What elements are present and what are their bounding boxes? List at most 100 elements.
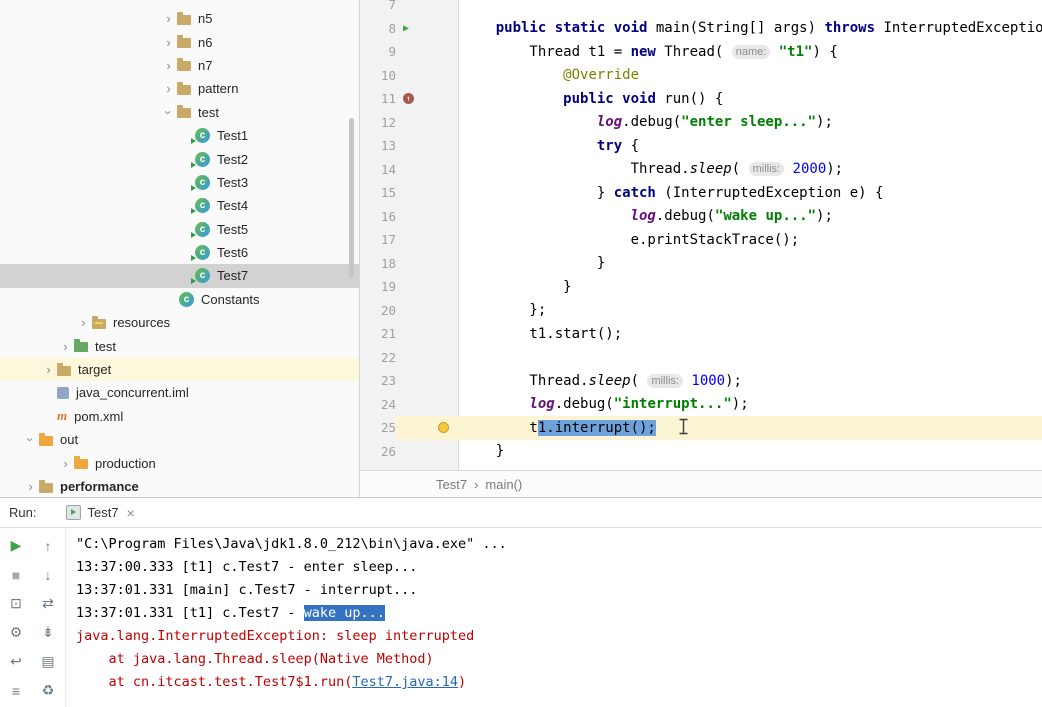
- line-number[interactable]: 19: [360, 279, 396, 294]
- line-number[interactable]: 23: [360, 373, 396, 388]
- tree-item-n6[interactable]: › n6: [0, 30, 359, 53]
- tree-scrollbar[interactable]: [349, 118, 354, 278]
- chevron-right-icon[interactable]: ›: [160, 35, 177, 50]
- tree-item-pattern[interactable]: › pattern: [0, 77, 359, 100]
- run-gutter-icon[interactable]: ▶: [403, 23, 409, 34]
- stack-trace-link[interactable]: Test7.java:14: [352, 674, 458, 690]
- code-line-26[interactable]: 26 }: [360, 440, 1042, 464]
- line-number[interactable]: 15: [360, 185, 396, 200]
- breadcrumb-item-test7[interactable]: Test7: [436, 477, 467, 492]
- tree-item-test[interactable]: › test: [0, 334, 359, 357]
- tree-item-label: Test1: [217, 128, 249, 144]
- code-line-12[interactable]: 12 log .debug("enter sleep...");: [360, 111, 1042, 135]
- code-line-17[interactable]: 17 e.printStackTrace();: [360, 228, 1042, 252]
- code-line-11[interactable]: 11 ↑ public void run() {: [360, 87, 1042, 111]
- tree-item-test[interactable]: › test: [0, 101, 359, 124]
- tree-item-performance[interactable]: › performance: [0, 475, 359, 497]
- tree-item-production[interactable]: › production: [0, 451, 359, 474]
- chevron-right-icon[interactable]: ›: [40, 362, 57, 377]
- tree-item-test7[interactable]: ›cTest7: [0, 264, 359, 288]
- tree-item-resources[interactable]: › resources: [0, 311, 359, 334]
- line-number[interactable]: 16: [360, 209, 396, 224]
- line-number[interactable]: 22: [360, 350, 396, 365]
- tree-item-constants[interactable]: ›cConstants: [0, 288, 359, 311]
- run-tab-test7[interactable]: Test7 ×: [60, 502, 140, 524]
- code-line-10[interactable]: 10 @Override: [360, 64, 1042, 88]
- code-line-19[interactable]: 19 }: [360, 275, 1042, 299]
- line-number[interactable]: 25: [360, 420, 396, 435]
- options-menu-icon[interactable]: ≡: [0, 676, 32, 705]
- stop-icon[interactable]: ■: [0, 560, 32, 589]
- tree-item-test2[interactable]: ›cTest2: [0, 147, 359, 170]
- tree-item-pom-xml[interactable]: ›mpom.xml: [0, 405, 359, 428]
- chevron-right-icon[interactable]: ›: [75, 315, 92, 330]
- soft-wrap-icon[interactable]: ⇄: [32, 589, 64, 618]
- code-line-8[interactable]: 8 ▶ public static void main(String[] args…: [360, 17, 1042, 41]
- code-line-23[interactable]: 23 Thread. sleep( millis: 1000);: [360, 369, 1042, 393]
- chevron-down-icon[interactable]: ›: [161, 104, 176, 121]
- tree-item-java-concurrent-iml[interactable]: ›java_concurrent.iml: [0, 381, 359, 404]
- line-number[interactable]: 21: [360, 326, 396, 341]
- code-line-9[interactable]: 9 Thread t1 = new Thread( name: "t1") {: [360, 40, 1042, 64]
- chevron-down-icon[interactable]: ›: [23, 431, 38, 448]
- close-tab-icon[interactable]: ×: [127, 505, 135, 521]
- tree-item-test4[interactable]: ›cTest4: [0, 194, 359, 217]
- code-area[interactable]: 7 8 ▶ public static void main(String[] arg…: [360, 0, 1042, 470]
- tree-item-n5[interactable]: › n5: [0, 7, 359, 30]
- intention-bulb-icon[interactable]: [438, 422, 449, 434]
- console-line-6: at java.lang.Thread.sleep(Native Method): [76, 648, 1042, 671]
- next-stacktrace-icon[interactable]: ↓: [32, 560, 64, 589]
- tree-item-n7[interactable]: › n7: [0, 54, 359, 77]
- code-line-20[interactable]: 20 };: [360, 299, 1042, 323]
- prev-stacktrace-icon[interactable]: ↑: [32, 531, 64, 560]
- code-token: }: [462, 255, 606, 272]
- line-number[interactable]: 26: [360, 444, 396, 459]
- chevron-right-icon[interactable]: ›: [57, 456, 74, 471]
- line-number[interactable]: 20: [360, 303, 396, 318]
- line-number[interactable]: 18: [360, 256, 396, 271]
- rerun-icon[interactable]: ▶: [0, 531, 32, 560]
- code-line-18[interactable]: 18 }: [360, 252, 1042, 276]
- settings-icon[interactable]: ⚙: [0, 618, 32, 647]
- overrides-method-icon[interactable]: ↑: [403, 93, 414, 105]
- attach-icon[interactable]: ↩: [0, 647, 32, 676]
- line-number[interactable]: 10: [360, 68, 396, 83]
- code-line-24[interactable]: 24 log .debug("interrupt...");: [360, 393, 1042, 417]
- tree-item-out[interactable]: › out: [0, 428, 359, 451]
- code-line-14[interactable]: 14 Thread. sleep( millis: 2000);: [360, 158, 1042, 182]
- breadcrumb-item-main-[interactable]: main(): [485, 477, 522, 492]
- chevron-right-icon[interactable]: ›: [57, 339, 74, 354]
- clear-console-icon[interactable]: ♻: [32, 676, 64, 705]
- tree-item-target[interactable]: › target: [0, 357, 359, 382]
- console-output[interactable]: "C:\Program Files\Java\jdk1.8.0_212\bin\…: [66, 528, 1042, 707]
- code-line-16[interactable]: 16 log .debug("wake up...");: [360, 205, 1042, 229]
- line-number[interactable]: 14: [360, 162, 396, 177]
- chevron-right-icon[interactable]: ›: [160, 11, 177, 26]
- tree-item-test6[interactable]: ›cTest6: [0, 241, 359, 264]
- code-line-22[interactable]: 22: [360, 346, 1042, 370]
- code-line-13[interactable]: 13 try {: [360, 134, 1042, 158]
- tree-item-test1[interactable]: ›cTest1: [0, 124, 359, 147]
- chevron-right-icon[interactable]: ›: [160, 58, 177, 73]
- line-number[interactable]: 12: [360, 115, 396, 130]
- line-number[interactable]: 13: [360, 138, 396, 153]
- line-number[interactable]: 9: [360, 44, 396, 59]
- print-icon[interactable]: ▤: [32, 647, 64, 676]
- line-number[interactable]: 7: [360, 0, 396, 12]
- console-line-3: 13:37:01.331 [main] c.Test7 - interrupt.…: [76, 579, 1042, 602]
- tree-item-test3[interactable]: ›cTest3: [0, 171, 359, 194]
- code-line-21[interactable]: 21 t1.start();: [360, 322, 1042, 346]
- line-number[interactable]: 11: [360, 91, 396, 106]
- chevron-right-icon[interactable]: ›: [160, 81, 177, 96]
- scroll-to-end-icon[interactable]: ⇟: [32, 618, 64, 647]
- chevron-right-icon[interactable]: ›: [22, 479, 39, 494]
- code-line-7[interactable]: 7: [360, 0, 1042, 17]
- line-number[interactable]: 8: [360, 21, 396, 36]
- line-number[interactable]: 24: [360, 397, 396, 412]
- code-line-15[interactable]: 15 } catch (InterruptedException e) {: [360, 181, 1042, 205]
- dump-threads-icon[interactable]: ⊡: [0, 589, 32, 618]
- line-number[interactable]: 17: [360, 232, 396, 247]
- gutter-icon-slot: [396, 252, 459, 276]
- code-line-25[interactable]: 25 t 1.interrupt();: [360, 416, 1042, 440]
- tree-item-test5[interactable]: ›cTest5: [0, 218, 359, 241]
